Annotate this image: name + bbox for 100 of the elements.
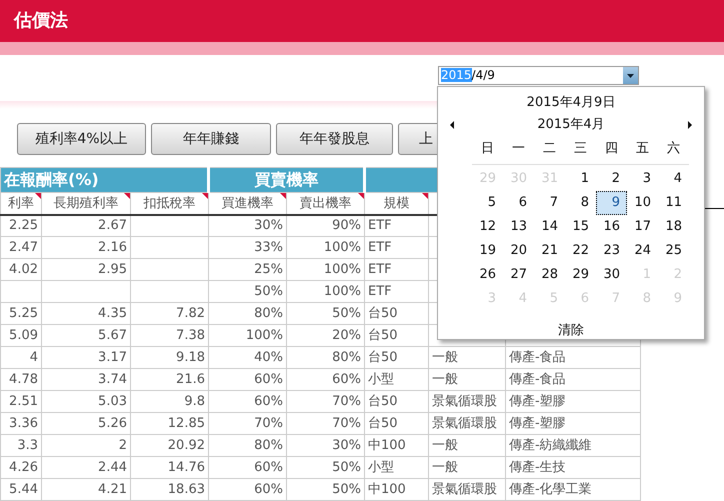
table-cell: 小型 <box>364 368 428 390</box>
table-cell: 2.67 <box>42 214 130 236</box>
calendar-day[interactable]: 16 <box>596 215 627 239</box>
calendar-day[interactable]: 17 <box>627 215 658 239</box>
calendar-day[interactable]: 4 <box>658 167 689 191</box>
table-cell: 台50 <box>364 390 428 412</box>
table-cell: 3.74 <box>42 368 130 390</box>
table-cell: 景氣循環股 <box>428 390 506 412</box>
table-cell: 21.6 <box>130 368 208 390</box>
calendar-day[interactable]: 26 <box>472 263 503 287</box>
table-cell: 5.26 <box>42 412 130 434</box>
table-cell: 80% <box>286 346 364 368</box>
table-cell: 18.63 <box>130 478 208 500</box>
calendar-day[interactable]: 25 <box>658 239 689 263</box>
calendar-day[interactable]: 1 <box>565 167 596 191</box>
column-header: 規模 <box>364 192 428 214</box>
table-cell: 5.67 <box>42 324 130 346</box>
table-cell: 60% <box>286 368 364 390</box>
table-cell: 2.44 <box>42 456 130 478</box>
calendar-day[interactable]: 28 <box>534 263 565 287</box>
column-header: 扣抵稅率 <box>130 192 208 214</box>
table-cell: 50% <box>286 478 364 500</box>
calendar-day[interactable]: 13 <box>503 215 534 239</box>
table-cell: 一般 <box>428 434 506 456</box>
weekday-label: 六 <box>666 140 681 158</box>
calendar-day[interactable]: 7 <box>534 191 565 215</box>
calendar-day[interactable]: 29 <box>565 263 596 287</box>
table-cell: 100% <box>286 258 364 280</box>
table-cell: 4.35 <box>42 302 130 324</box>
table-cell: 20% <box>286 324 364 346</box>
table-cell: 傳產-食品 <box>506 368 640 390</box>
table-cell: 25% <box>208 258 286 280</box>
calendar-day[interactable]: 18 <box>658 215 689 239</box>
table-cell: 7.38 <box>130 324 208 346</box>
calendar-day[interactable]: 11 <box>658 191 689 215</box>
calendar-day[interactable]: 12 <box>472 215 503 239</box>
calendar-day[interactable]: 27 <box>503 263 534 287</box>
table-cell: ETF <box>364 258 428 280</box>
calendar-day[interactable]: 23 <box>596 239 627 263</box>
table-cell: ETF <box>364 236 428 258</box>
dropdown-button[interactable] <box>623 67 638 84</box>
table-cell: 景氣循環股 <box>428 478 506 500</box>
calendar-day[interactable]: 21 <box>534 239 565 263</box>
calendar-day[interactable]: 24 <box>627 239 658 263</box>
table-cell: 2 <box>42 434 130 456</box>
weekday-label: 五 <box>635 140 650 158</box>
calendar-day[interactable]: 10 <box>627 191 658 215</box>
table-cell: 景氣循環股 <box>428 412 506 434</box>
table-cell: 3.36 <box>0 412 42 434</box>
table-cell: 傳產-生技 <box>506 456 640 478</box>
caret-icon <box>627 74 634 78</box>
table-cell: 50% <box>286 456 364 478</box>
calendar-day[interactable]: 30 <box>596 263 627 287</box>
table-cell: 7.82 <box>130 302 208 324</box>
clear-button[interactable]: 清除 <box>558 321 584 340</box>
column-header: 賣出機率 <box>286 192 364 214</box>
filter-button[interactable]: 年年賺錢 <box>151 123 271 155</box>
calendar-day[interactable]: 2 <box>596 167 627 191</box>
calendar-day[interactable]: 22 <box>565 239 596 263</box>
table-cell: 100% <box>286 280 364 302</box>
calendar-day[interactable]: 15 <box>565 215 596 239</box>
weekday-label: 三 <box>573 140 588 158</box>
calendar-day[interactable]: 19 <box>472 239 503 263</box>
weekday-label: 日 <box>480 140 495 158</box>
table-cell: 小型 <box>364 456 428 478</box>
table-cell: 4 <box>0 346 42 368</box>
table-cell: 60% <box>208 390 286 412</box>
table-cell: 70% <box>208 412 286 434</box>
table-cell: 5.44 <box>0 478 42 500</box>
table-cell: 台50 <box>364 346 428 368</box>
table-cell: 中100 <box>364 478 428 500</box>
previous-month-button[interactable] <box>450 121 454 129</box>
table-cell: 4.02 <box>0 258 42 280</box>
filter-button[interactable]: 殖利率4%以上 <box>17 123 146 155</box>
next-month-button[interactable] <box>688 121 692 129</box>
calendar-day[interactable]: 20 <box>503 239 534 263</box>
table-cell: 33% <box>208 236 286 258</box>
table-cell: 30% <box>208 214 286 236</box>
calendar-day[interactable]: 14 <box>534 215 565 239</box>
table-cell: 3.17 <box>42 346 130 368</box>
table-cell: 4.26 <box>0 456 42 478</box>
calendar-day[interactable]: 6 <box>503 191 534 215</box>
calendar-day[interactable]: 3 <box>627 167 658 191</box>
table-cell: 14.76 <box>130 456 208 478</box>
table-cell: 2.95 <box>42 258 130 280</box>
table-cell: 70% <box>286 390 364 412</box>
column-header: 買進機率 <box>208 192 286 214</box>
table-cell: 一般 <box>428 368 506 390</box>
table-cell: 70% <box>286 412 364 434</box>
filter-button[interactable]: 年年發股息 <box>276 123 393 155</box>
weekday-label: 二 <box>542 140 557 158</box>
month-title: 2015年4月 <box>536 116 606 134</box>
calendar-day[interactable]: 8 <box>565 191 596 215</box>
table-cell: 2.25 <box>0 214 42 236</box>
table-cell: 60% <box>208 368 286 390</box>
table-cell: ETF <box>364 214 428 236</box>
group-header: 在報酬率(%) <box>0 168 208 192</box>
table-cell: 5.03 <box>42 390 130 412</box>
calendar-day[interactable]: 9 <box>596 191 627 215</box>
table-cell: 50% <box>286 302 364 324</box>
